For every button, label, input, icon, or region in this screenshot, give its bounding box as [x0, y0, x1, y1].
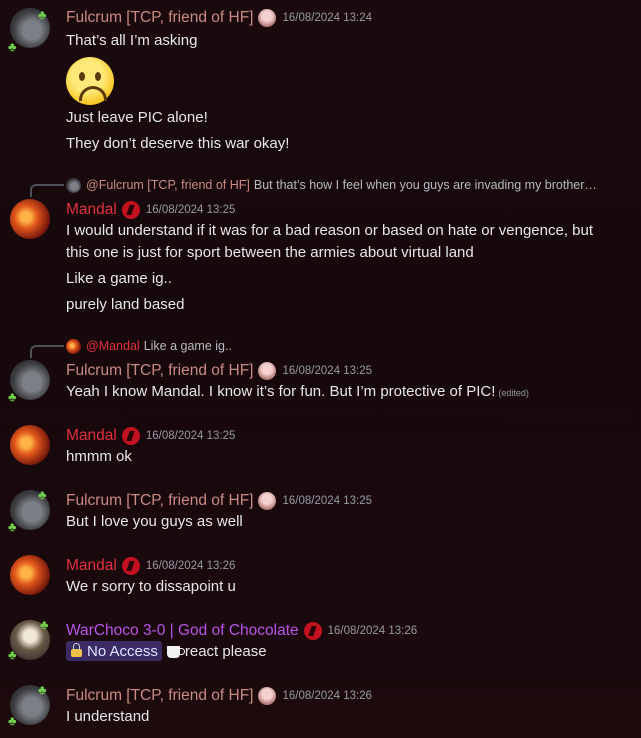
role-icon [258, 9, 277, 27]
avatar [66, 338, 81, 354]
clover-icon: ♣ [38, 7, 47, 22]
role-icon [303, 622, 322, 640]
reply-preview[interactable]: @Mandal Like a game ig.. [66, 338, 232, 354]
coffee-emoji [166, 646, 185, 658]
clover-icon: ♣ [40, 617, 49, 632]
message-text: purely land based [66, 296, 185, 313]
message-text: I would understand if it was for a bad r… [66, 222, 594, 239]
message-text: That’s all I’m asking [66, 32, 198, 49]
message-text: No Access react please [66, 641, 267, 661]
reply-preview[interactable]: @Fulcrum [TCP, friend of HF] But that’s … [66, 177, 597, 193]
clover-icon: ♣ [8, 389, 17, 404]
edited-label[interactable]: (edited) [498, 388, 529, 398]
timestamp[interactable]: 16/08/2024 13:25 [282, 365, 372, 377]
message-text: Like a game ig.. [66, 270, 172, 287]
timestamp[interactable]: 16/08/2024 13:26 [146, 560, 236, 572]
author-name[interactable]: Fulcrum [TCP, friend of HF] [66, 687, 253, 705]
message-text: react please [184, 642, 267, 660]
author-name[interactable]: Mandal [66, 201, 117, 219]
reply-connector [30, 184, 64, 197]
author-name[interactable]: Mandal [66, 427, 117, 445]
author-name[interactable]: WarChoco 3-0 | God of Chocolate [66, 622, 299, 640]
timestamp[interactable]: 16/08/2024 13:25 [146, 204, 236, 216]
timestamp[interactable]: 16/08/2024 13:25 [282, 495, 372, 507]
reply-author[interactable]: @Fulcrum [TCP, friend of HF] [86, 178, 250, 192]
timestamp[interactable]: 16/08/2024 13:26 [282, 690, 372, 702]
avatar [66, 177, 81, 193]
role-icon [258, 492, 277, 510]
message-text: hmmm ok [66, 448, 132, 465]
reply-author[interactable]: @Mandal [86, 339, 140, 353]
author-name[interactable]: Fulcrum [TCP, friend of HF] [66, 9, 253, 27]
clover-icon: ♣ [38, 682, 47, 697]
frowning-face-emoji [66, 57, 114, 105]
message-text: Yeah I know Mandal. I know it’s for fun.… [66, 383, 496, 400]
message-text: But I love you guys as well [66, 513, 243, 530]
author-name[interactable]: Mandal [66, 557, 117, 575]
avatar[interactable] [10, 425, 50, 465]
timestamp[interactable]: 16/08/2024 13:24 [282, 12, 372, 24]
role-icon [258, 687, 277, 705]
clover-icon: ♣ [8, 39, 17, 54]
role-icon [121, 427, 140, 445]
message-text: this one is just for sport between the a… [66, 244, 474, 261]
message-text: We r sorry to dissapoint u [66, 578, 236, 595]
clover-icon: ♣ [38, 487, 47, 502]
channel-mention-label: No Access [87, 642, 158, 660]
avatar[interactable] [10, 555, 50, 595]
reply-text[interactable]: But that’s how I feel when you guys are … [254, 178, 597, 192]
lock-icon [71, 643, 82, 657]
message-text: I understand [66, 708, 150, 725]
message-text: Just leave PIC alone! [66, 109, 208, 126]
clover-icon: ♣ [8, 647, 17, 662]
channel-mention[interactable]: No Access [66, 641, 162, 661]
clover-icon: ♣ [8, 713, 17, 728]
role-icon [121, 201, 140, 219]
message-text: Yeah I know Mandal. I know it’s for fun.… [66, 383, 529, 400]
role-icon [258, 362, 277, 380]
role-icon [121, 557, 140, 575]
avatar[interactable] [10, 199, 50, 239]
author-name[interactable]: Fulcrum [TCP, friend of HF] [66, 492, 253, 510]
timestamp[interactable]: 16/08/2024 13:26 [328, 625, 418, 637]
reply-connector [30, 345, 64, 358]
timestamp[interactable]: 16/08/2024 13:25 [146, 430, 236, 442]
clover-icon: ♣ [8, 519, 17, 534]
reply-text[interactable]: Like a game ig.. [144, 339, 232, 353]
author-name[interactable]: Fulcrum [TCP, friend of HF] [66, 362, 253, 380]
message-text: They don’t deserve this war okay! [66, 135, 290, 152]
